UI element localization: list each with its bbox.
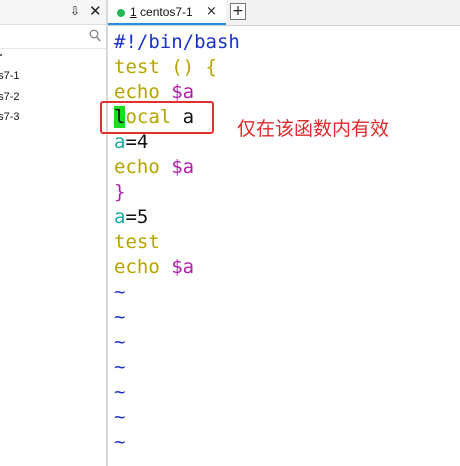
session-item[interactable]: os7-2 <box>0 91 52 107</box>
session-search[interactable] <box>0 26 106 49</box>
empty-line-tilde: ~ <box>114 356 126 378</box>
connection-status-icon <box>117 9 125 17</box>
terminal-line: test <box>114 230 160 255</box>
terminal-line: echo $a <box>114 155 194 180</box>
terminal-line: #!/bin/bash <box>114 30 240 55</box>
annotation-text: 仅在该函数内有效 <box>237 118 390 140</box>
keyword-text: echo <box>114 156 172 178</box>
session-item[interactable]: os7-1 <box>0 70 52 86</box>
session-panel-header: ⇩ ✕ <box>0 0 106 25</box>
tab-bar: 1 centos7-1 × + <box>108 0 460 26</box>
assign-value-text: =4 <box>125 131 149 153</box>
terminal-line: echo $a <box>114 255 194 280</box>
function-def-text: test () { <box>114 56 217 78</box>
tree-marker <box>0 54 2 56</box>
tab-number: 1 <box>130 5 137 19</box>
function-call-text: test <box>114 231 160 253</box>
add-tab-button[interactable]: + <box>230 3 246 20</box>
highlight-box <box>100 101 214 134</box>
pin-icon[interactable]: ⇩ <box>70 4 80 18</box>
assign-value-text: =5 <box>125 206 149 228</box>
empty-line-tilde: ~ <box>114 431 126 453</box>
terminal-view[interactable]: #!/bin/bash test () { echo $a local a a=… <box>108 26 460 466</box>
empty-line-tilde: ~ <box>114 381 126 403</box>
session-item[interactable]: os7-3 <box>0 111 52 127</box>
assign-var-text: a <box>114 206 126 228</box>
tab-title: centos7-1 <box>140 5 193 19</box>
tab-close-icon[interactable]: × <box>206 4 217 19</box>
tab-centos7-1[interactable]: 1 centos7-1 × <box>108 0 226 25</box>
empty-line-tilde: ~ <box>114 281 126 303</box>
empty-line-tilde: ~ <box>114 306 126 328</box>
search-icon[interactable] <box>89 29 101 43</box>
tab-label: 1 centos7-1 <box>130 5 193 19</box>
empty-line-tilde: ~ <box>114 406 126 428</box>
close-icon[interactable]: ✕ <box>89 2 102 20</box>
variable-text: $a <box>171 156 195 178</box>
terminal-line: a=5 <box>114 205 148 230</box>
terminal-line: } <box>114 180 125 205</box>
variable-text: $a <box>171 256 195 278</box>
session-panel: ⇩ ✕ os7-1 os7-2 os7-3 <box>0 0 106 466</box>
keyword-text: echo <box>114 256 172 278</box>
brace-text: } <box>114 181 126 203</box>
variable-text: $a <box>171 81 195 103</box>
terminal-line: test () { <box>114 55 217 80</box>
shebang-text: #!/bin/bash <box>114 31 240 53</box>
assign-var-text: a <box>114 131 126 153</box>
keyword-text: echo <box>114 81 172 103</box>
empty-line-tilde: ~ <box>114 331 126 353</box>
